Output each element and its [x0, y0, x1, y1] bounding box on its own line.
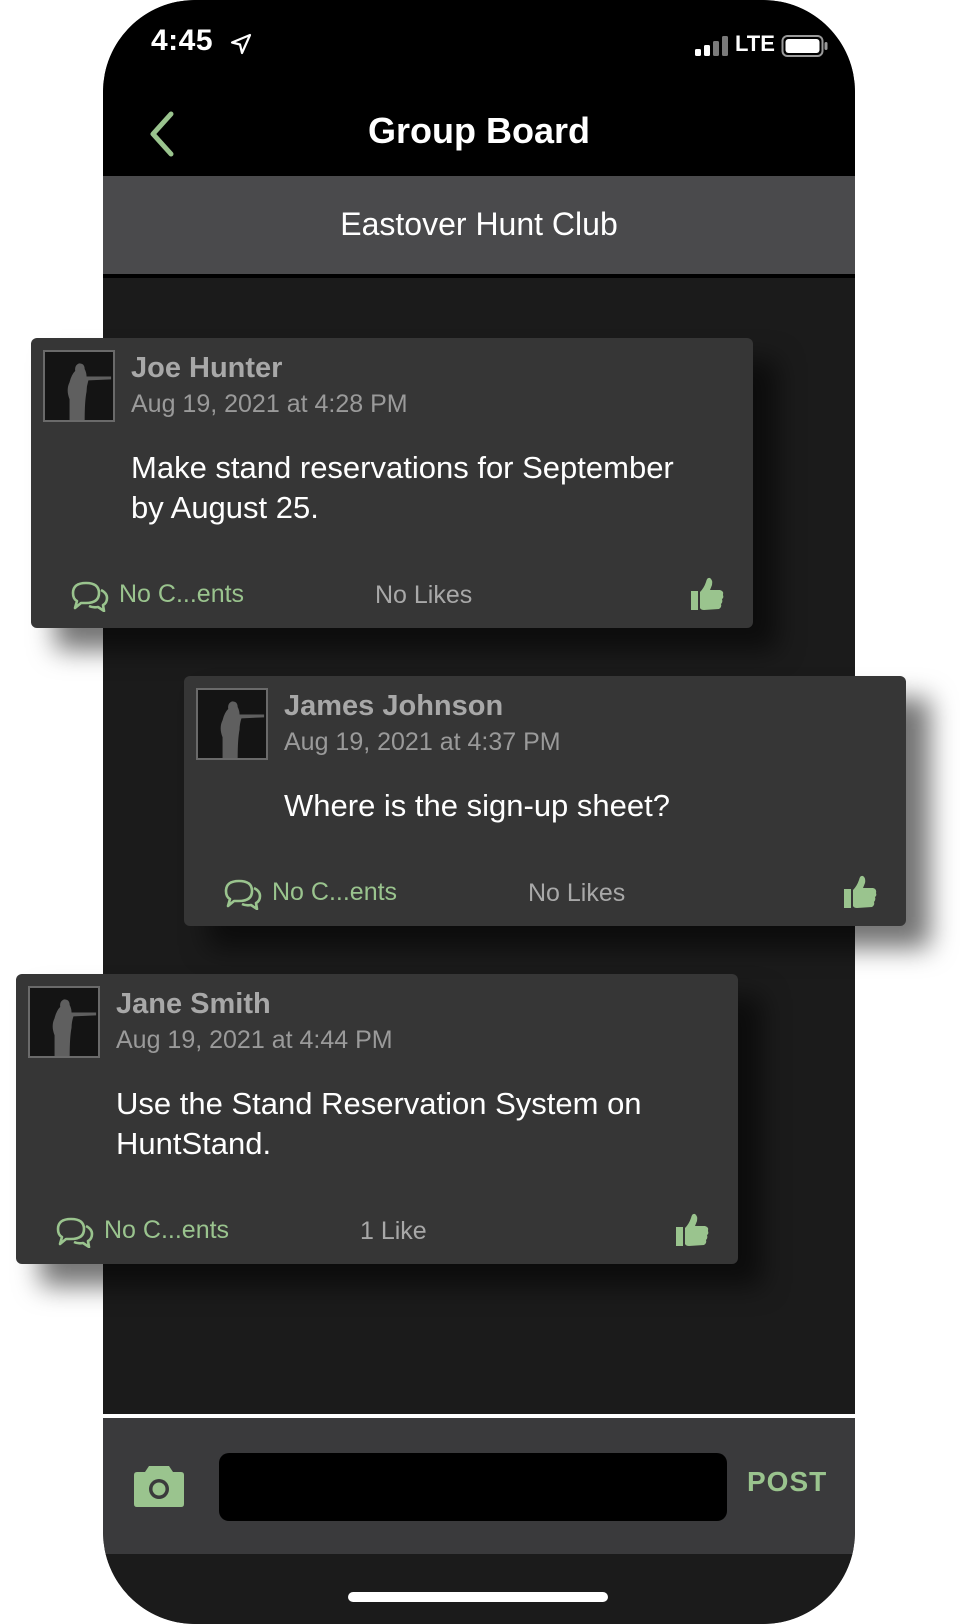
post-timestamp: Aug 19, 2021 at 4:37 PM [284, 728, 561, 756]
speech-bubbles-icon [224, 879, 262, 910]
hunter-silhouette-icon [198, 690, 266, 758]
like-button[interactable] [689, 576, 725, 612]
post-card[interactable]: Joe Hunter Aug 19, 2021 at 4:28 PM Make … [31, 338, 753, 628]
message-composer: POST [103, 1418, 855, 1554]
likes-count: 1 Like [360, 1217, 427, 1245]
like-button[interactable] [674, 1212, 710, 1248]
status-bar: 4:45 LTE [103, 0, 855, 92]
app-screen: 4:45 LTE Group Board Eastover Hunt Club … [0, 0, 960, 1624]
post-author: James Johnson [284, 690, 504, 722]
post-timestamp: Aug 19, 2021 at 4:44 PM [116, 1026, 393, 1054]
comments-label: No C...ents [119, 580, 245, 608]
post-body: Where is the sign-up sheet? [284, 788, 670, 823]
post-button[interactable]: POST [747, 1466, 827, 1498]
post-body: Make stand reservations for September by… [131, 450, 674, 525]
like-button[interactable] [842, 874, 878, 910]
likes-count: No Likes [528, 879, 626, 907]
group-name: Eastover Hunt Club [340, 206, 618, 242]
post-body: Use the Stand Reservation System on Hunt… [116, 1086, 642, 1161]
avatar[interactable] [28, 986, 100, 1058]
cellular-signal-icon [695, 36, 728, 56]
hunter-silhouette-icon [30, 988, 98, 1056]
likes-count: No Likes [375, 581, 473, 609]
network-type: LTE [735, 31, 775, 56]
hunter-silhouette-icon [45, 352, 113, 420]
status-time: 4:45 [151, 24, 214, 57]
avatar[interactable] [196, 688, 268, 760]
group-header: Eastover Hunt Club [103, 176, 855, 278]
home-indicator[interactable] [348, 1592, 608, 1602]
speech-bubbles-icon [71, 581, 109, 612]
battery-icon [781, 35, 828, 57]
camera-button[interactable] [133, 1462, 185, 1508]
page-title: Group Board [368, 110, 590, 151]
post-card[interactable]: James Johnson Aug 19, 2021 at 4:37 PM Wh… [184, 676, 906, 926]
comments-label: No C...ents [104, 1216, 230, 1244]
comments-label: No C...ents [272, 878, 398, 906]
message-input[interactable] [219, 1453, 727, 1521]
navigation-bar: Group Board [103, 92, 855, 176]
home-area [103, 1554, 855, 1624]
post-author: Joe Hunter [131, 352, 283, 384]
post-timestamp: Aug 19, 2021 at 4:28 PM [131, 390, 408, 418]
speech-bubbles-icon [56, 1217, 94, 1248]
post-card[interactable]: Jane Smith Aug 19, 2021 at 4:44 PM Use t… [16, 974, 738, 1264]
post-author: Jane Smith [116, 988, 271, 1020]
avatar[interactable] [43, 350, 115, 422]
location-arrow-icon [230, 33, 252, 55]
